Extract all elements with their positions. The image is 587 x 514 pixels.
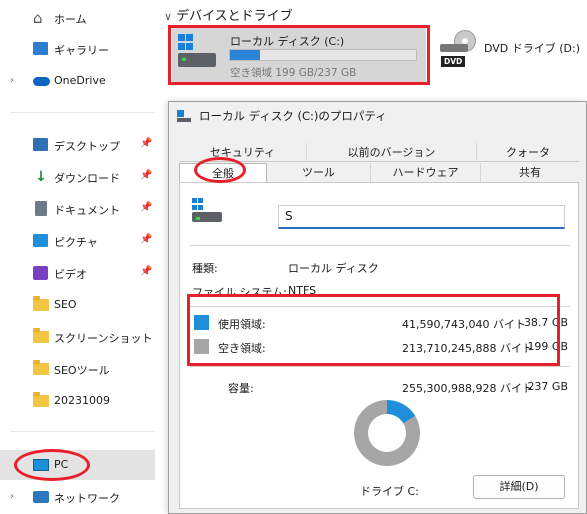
tab-row-upper: セキュリティ 以前のバージョン クォータ [179, 143, 579, 162]
pin-icon[interactable]: 📌 [140, 234, 152, 248]
network-icon [33, 489, 49, 505]
chevron-right-icon[interactable]: › [10, 74, 20, 88]
sidebar-item-label: OneDrive [54, 74, 106, 87]
type-label: 種類: [192, 262, 218, 275]
sidebar-item-label: スクリーンショット [54, 332, 153, 345]
folder-icon [33, 360, 49, 377]
sidebar-item-gallery[interactable]: ギャラリー [0, 34, 155, 64]
sidebar-item-label: ダウンロード [54, 172, 120, 185]
disk-usage-donut [354, 400, 420, 466]
folder-icon [33, 296, 49, 313]
dialog-title-bar[interactable]: ローカル ディスク (C:)のプロパティ [177, 108, 387, 124]
folder-icon [33, 328, 49, 345]
sidebar-item-label: ギャラリー [54, 44, 109, 57]
chevron-down-icon: ∨ [164, 10, 173, 23]
sidebar-item-label: ホーム [54, 13, 87, 26]
sidebar-item-screenshots[interactable]: スクリーンショット [0, 322, 155, 352]
dvd-badge: DVD [441, 56, 466, 67]
annotation-box-c-drive [168, 25, 430, 85]
details-button[interactable]: 詳細(D) [473, 475, 565, 499]
pin-icon[interactable]: 📌 [140, 202, 152, 216]
tab-tools[interactable]: ツール [267, 163, 371, 182]
pin-icon[interactable]: 📌 [140, 170, 152, 184]
sidebar-item-label: SEO [54, 298, 77, 311]
sidebar-item-home[interactable]: ⌂ ホーム [0, 3, 155, 33]
sidebar-item-label: SEOツール [54, 364, 110, 377]
sidebar-item-downloads[interactable]: ↓ ダウンロード 📌 [0, 162, 155, 192]
drive-icon [177, 110, 193, 122]
type-value: ローカル ディスク [288, 262, 379, 275]
capacity-row: 容量: 255,300,988,928 バイト 237 GB [192, 380, 572, 398]
sidebar-item-label: デスクトップ [54, 140, 120, 153]
pictures-icon [33, 233, 49, 249]
dvd-drive-name[interactable]: DVD ドライブ (D:) [484, 40, 580, 56]
sidebar-item-seo[interactable]: SEO [0, 290, 155, 320]
sidebar-item-label: 20231009 [54, 394, 110, 407]
annotation-box-usage [187, 294, 560, 366]
sidebar-divider [10, 431, 155, 432]
sidebar-item-label: ネットワーク [54, 492, 120, 505]
onedrive-cloud-icon [33, 73, 50, 89]
video-icon [33, 265, 49, 281]
document-icon [33, 201, 49, 217]
sidebar-item-20231009[interactable]: 20231009 [0, 386, 155, 416]
pin-icon[interactable]: 📌 [140, 138, 152, 152]
sidebar-item-onedrive[interactable]: › OneDrive [0, 66, 155, 96]
drive-tray-icon [440, 44, 468, 52]
sidebar-item-pictures[interactable]: ピクチャ 📌 [0, 226, 155, 256]
capacity-gb: 237 GB [527, 380, 568, 393]
gallery-icon [33, 41, 49, 57]
capacity-bytes: 255,300,988,928 バイト [402, 382, 533, 395]
sidebar-item-label: ピクチャ [54, 236, 98, 249]
tab-sharing[interactable]: 共有 [481, 163, 579, 182]
windows-logo-icon [192, 198, 204, 210]
folder-icon [33, 392, 49, 409]
pin-icon[interactable]: 📌 [140, 266, 152, 280]
dvd-drive-icon[interactable]: DVD [440, 30, 476, 74]
devices-and-drives-header[interactable]: ∨ デバイスとドライブ [164, 5, 293, 24]
section-title: デバイスとドライブ [176, 9, 293, 24]
divider [190, 245, 570, 246]
sidebar-item-seo-tools[interactable]: SEOツール [0, 354, 155, 384]
chevron-right-icon[interactable]: › [10, 490, 20, 504]
tab-hardware[interactable]: ハードウェア [371, 163, 481, 182]
home-icon: ⌂ [33, 9, 43, 27]
volume-name-input[interactable]: S [278, 205, 565, 229]
hard-drive-icon [192, 212, 222, 222]
sidebar-item-documents[interactable]: ドキュメント 📌 [0, 194, 155, 224]
dialog-title: ローカル ディスク (C:)のプロパティ [199, 109, 387, 123]
annotation-circle-pc [14, 449, 90, 481]
sidebar-divider [10, 112, 155, 113]
drive-letter-label: ドライブ C: [360, 485, 419, 498]
sidebar-item-label: ビデオ [54, 268, 87, 281]
download-icon: ↓ [35, 169, 47, 185]
tab-previous-versions[interactable]: 以前のバージョン [307, 143, 477, 162]
navigation-pane: ⌂ ホーム ギャラリー › OneDrive デスクトップ 📌 ↓ ダウンロード… [0, 0, 160, 514]
sidebar-item-desktop[interactable]: デスクトップ 📌 [0, 130, 155, 160]
capacity-label: 容量: [228, 382, 254, 395]
annotation-circle-general-tab [194, 157, 246, 183]
drive-icon [192, 198, 222, 224]
sidebar-item-videos[interactable]: ビデオ 📌 [0, 258, 155, 288]
desktop-icon [33, 137, 49, 153]
tab-security[interactable]: セキュリティ [179, 143, 307, 162]
divider [190, 366, 570, 367]
tab-quota[interactable]: クォータ [477, 143, 579, 162]
sidebar-item-label: ドキュメント [54, 204, 120, 217]
sidebar-item-network[interactable]: › ネットワーク [0, 482, 155, 512]
